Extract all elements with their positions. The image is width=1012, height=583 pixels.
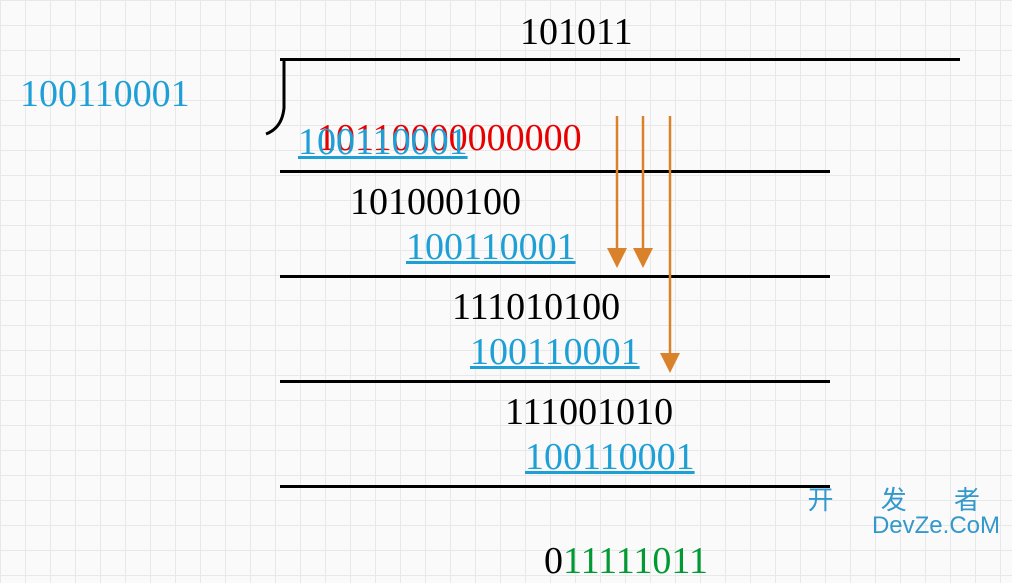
brand-en: DevZe.CoM xyxy=(872,512,1000,540)
bring-down-arrows xyxy=(0,0,1012,546)
remainder-lead-zero: 0 xyxy=(544,540,563,582)
remainder-crc-bits: 11111011 xyxy=(563,540,708,582)
